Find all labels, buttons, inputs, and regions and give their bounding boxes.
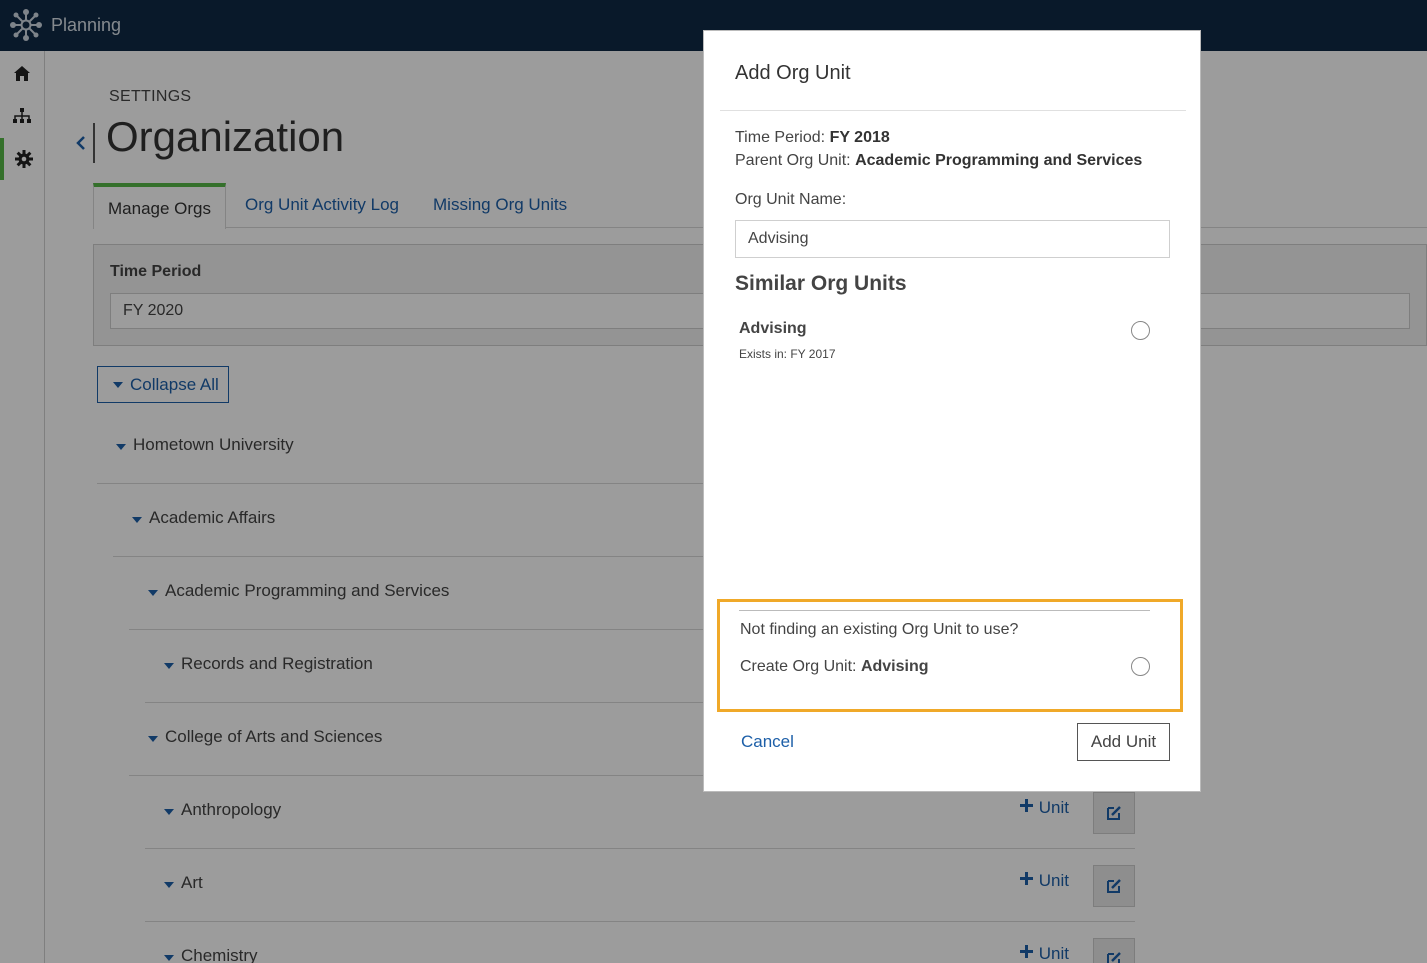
similar-unit-name: Advising [739,320,807,337]
parent-org-unit-line: Parent Org Unit: Academic Programming an… [735,152,1142,170]
add-unit-submit-button[interactable]: Add Unit [1077,723,1170,761]
time-period-line: Time Period: FY 2018 [735,129,890,147]
org-unit-name-label: Org Unit Name: [735,191,847,208]
create-org-unit-label: Create Org Unit: [740,658,857,675]
create-org-unit-value: Advising [860,658,929,675]
create-org-unit-line: Create Org Unit: Advising [740,658,929,676]
time-period-label: Time Period: [735,129,826,146]
dialog-title: Add Org Unit [735,62,851,84]
add-org-unit-dialog: Add Org Unit Time Period: FY 2018 Parent… [703,30,1201,792]
time-period-value: FY 2018 [829,129,890,146]
create-divider [739,610,1150,611]
create-org-unit-radio[interactable] [1131,657,1150,676]
parent-org-unit-value: Academic Programming and Services [855,152,1143,169]
similar-unit-exists: Exists in: FY 2017 [739,347,836,361]
dialog-divider [720,110,1186,111]
create-org-unit-highlight: Not finding an existing Org Unit to use?… [717,599,1183,712]
org-unit-name-input[interactable]: Advising [735,220,1170,258]
create-question: Not finding an existing Org Unit to use? [740,621,1019,638]
parent-org-unit-label: Parent Org Unit: [735,152,851,169]
similar-org-units-heading: Similar Org Units [735,272,907,295]
cancel-button[interactable]: Cancel [741,732,794,752]
similar-unit-radio[interactable] [1131,321,1150,340]
